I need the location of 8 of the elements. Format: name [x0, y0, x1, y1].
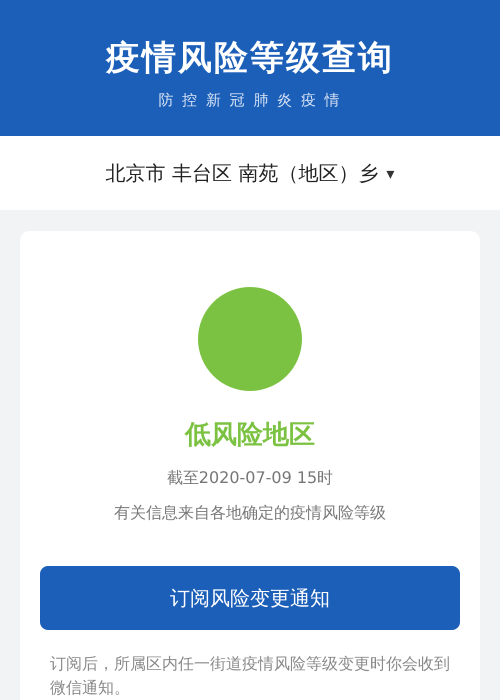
risk-level-label: 低风险地区 [185, 419, 315, 452]
subscribe-button[interactable]: 订阅风险变更通知 [40, 566, 460, 630]
location-selector[interactable]: 北京市 丰台区 南苑（地区）乡 ▾ [100, 158, 400, 188]
source-note: 有关信息来自各地确定的疫情风险等级 [114, 503, 386, 524]
page-subtitle: 防 控 新 冠 肺 炎 疫 情 [158, 90, 342, 110]
subscribe-note: 订阅后，所属区内任一街道疫情风险等级变更时你会收到微信通知。 [50, 653, 450, 699]
page-title: 疫情风险等级查询 [106, 36, 394, 80]
as-of-time: 截至2020-07-09 15时 [166, 468, 334, 489]
